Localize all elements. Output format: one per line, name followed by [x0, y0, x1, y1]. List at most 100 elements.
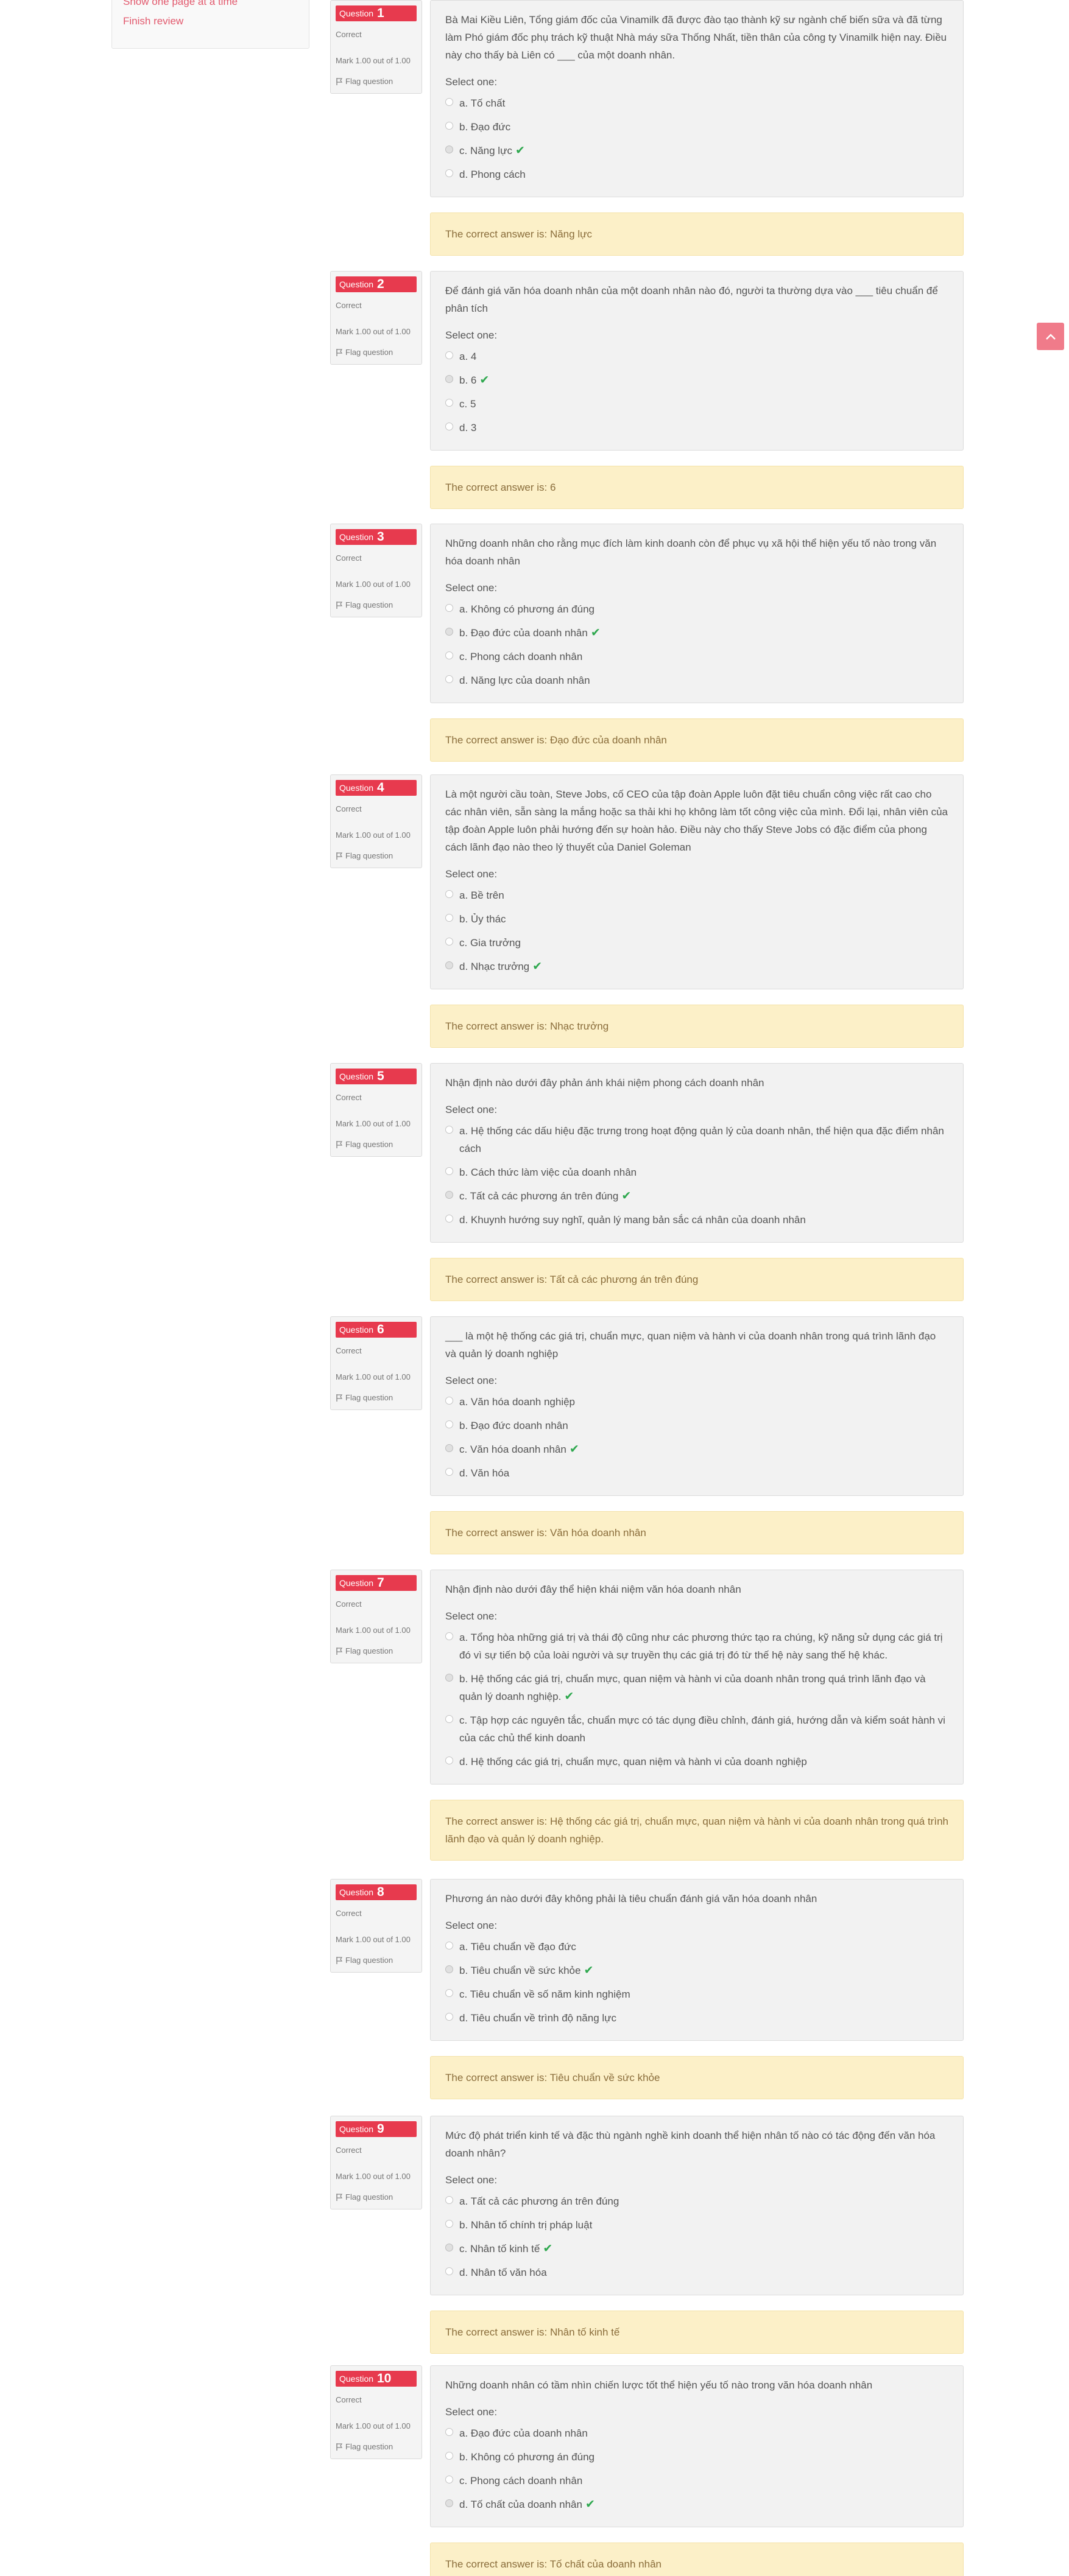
answer-radio[interactable] — [445, 651, 453, 659]
answer-option[interactable]: c. Phong cách doanh nhân — [445, 2472, 948, 2490]
question-state: Correct — [336, 2395, 362, 2404]
answer-radio[interactable] — [445, 2196, 453, 2204]
answer-option[interactable]: c. Phong cách doanh nhân — [445, 648, 948, 665]
flag-question-link[interactable]: Flag question — [336, 1140, 417, 1149]
answer-option[interactable]: a. Văn hóa doanh nghiệp — [445, 1393, 948, 1411]
answer-option[interactable]: c. Nhân tố kinh tế ✔ — [445, 2240, 948, 2258]
answer-label: a. Hệ thống các dấu hiệu đặc trưng trong… — [459, 1125, 944, 1154]
answer-option[interactable]: b. Đạo đức — [445, 118, 948, 136]
answer-option[interactable]: b. Ủy thác — [445, 910, 948, 928]
answer-radio[interactable] — [445, 1989, 453, 1997]
scroll-to-top-button[interactable] — [1037, 323, 1064, 350]
answer-option[interactable]: d. Năng lực của doanh nhân — [445, 672, 948, 689]
answer-option[interactable]: c. Tập hợp các nguyên tắc, chuẩn mực có … — [445, 1711, 948, 1747]
answer-radio[interactable] — [445, 2476, 453, 2483]
answer-radio[interactable] — [445, 375, 453, 383]
answer-radio[interactable] — [445, 675, 453, 683]
answer-radio[interactable] — [445, 98, 453, 106]
answer-radio[interactable] — [445, 1191, 453, 1199]
answer-option[interactable]: b. 6 ✔ — [445, 371, 948, 389]
answer-radio[interactable] — [445, 2452, 453, 2460]
answer-radio[interactable] — [445, 2220, 453, 2228]
answer-option[interactable]: c. Tất cả các phương án trên đúng ✔ — [445, 1187, 948, 1205]
answer-option[interactable]: d. Phong cách — [445, 166, 948, 183]
answer-radio[interactable] — [445, 146, 453, 153]
answer-radio[interactable] — [445, 2244, 453, 2251]
answer-option[interactable]: d. Nhân tố văn hóa — [445, 2264, 948, 2281]
answer-option[interactable]: a. Tố chất — [445, 94, 948, 112]
show-one-page-link[interactable]: Show one page at a time — [123, 0, 238, 8]
answer-radio[interactable] — [445, 938, 453, 946]
answer-option[interactable]: d. Tố chất của doanh nhân ✔ — [445, 2496, 948, 2513]
answer-option[interactable]: a. Đạo đức của doanh nhân — [445, 2424, 948, 2442]
flag-question-link[interactable]: Flag question — [336, 1393, 417, 1402]
answer-radio[interactable] — [445, 423, 453, 430]
answer-radio[interactable] — [445, 1468, 453, 1476]
answer-radio[interactable] — [445, 604, 453, 612]
answer-option[interactable]: b. Cách thức làm việc của doanh nhân — [445, 1163, 948, 1181]
answer-radio[interactable] — [445, 1632, 453, 1640]
answer-option[interactable]: a. Tổng hòa những giá trị và thái độ cũn… — [445, 1629, 948, 1664]
answer-radio[interactable] — [445, 122, 453, 130]
answer-radio[interactable] — [445, 1715, 453, 1723]
answer-option[interactable]: d. Khuynh hướng suy nghĩ, quản lý mang b… — [445, 1211, 948, 1229]
question-text: Bà Mai Kiều Liên, Tổng giám đốc của Vina… — [445, 14, 947, 61]
answer-option[interactable]: c. 5 — [445, 395, 948, 413]
answer-option[interactable]: b. Đạo đức doanh nhân — [445, 1417, 948, 1434]
answer-option[interactable]: b. Đạo đức của doanh nhân ✔ — [445, 624, 948, 642]
flag-question-link[interactable]: Flag question — [336, 1956, 417, 1965]
answer-option[interactable]: a. Hệ thống các dấu hiệu đặc trưng trong… — [445, 1122, 948, 1157]
answer-option[interactable]: a. 4 — [445, 348, 948, 365]
flag-question-link[interactable]: Flag question — [336, 77, 417, 86]
answer-radio[interactable] — [445, 399, 453, 407]
answer-radio[interactable] — [445, 1965, 453, 1973]
flag-question-link[interactable]: Flag question — [336, 600, 417, 609]
answer-radio[interactable] — [445, 1444, 453, 1452]
answer-radio[interactable] — [445, 1397, 453, 1405]
answer-option[interactable]: a. Tất cả các phương án trên đúng — [445, 2192, 948, 2210]
answer-radio[interactable] — [445, 2428, 453, 2436]
answer-option[interactable]: d. Hệ thống các giá trị, chuẩn mực, quan… — [445, 1753, 948, 1771]
flag-question-link[interactable]: Flag question — [336, 2442, 417, 2451]
answer-radio[interactable] — [445, 890, 453, 898]
answer-radio[interactable] — [445, 1167, 453, 1175]
answer-option[interactable]: d. Tiêu chuẩn về trình độ năng lực — [445, 2009, 948, 2027]
answer-option[interactable]: d. Văn hóa — [445, 1464, 948, 1482]
answer-radio[interactable] — [445, 1215, 453, 1223]
answer-option[interactable]: c. Tiêu chuẩn về số năm kinh nghiệm — [445, 1985, 948, 2003]
answer-option[interactable]: c. Văn hóa doanh nhân ✔ — [445, 1441, 948, 1458]
flag-question-link[interactable]: Flag question — [336, 1646, 417, 1655]
answer-option[interactable]: a. Tiêu chuẩn về đạo đức — [445, 1938, 948, 1956]
question-number-badge: Question 6 — [336, 1322, 417, 1338]
answer-radio[interactable] — [445, 628, 453, 636]
answer-radio[interactable] — [445, 2013, 453, 2021]
answer-option[interactable]: d. Nhạc trưởng ✔ — [445, 958, 948, 975]
answer-radio[interactable] — [445, 1420, 453, 1428]
answer-radio[interactable] — [445, 961, 453, 969]
answer-radio[interactable] — [445, 1757, 453, 1764]
answer-option[interactable]: b. Tiêu chuẩn về sức khỏe ✔ — [445, 1962, 948, 1979]
question-grade: Mark 1.00 out of 1.00 — [336, 1372, 411, 1381]
answer-option[interactable]: a. Không có phương án đúng — [445, 600, 948, 618]
answer-option[interactable]: d. 3 — [445, 419, 948, 437]
answer-option[interactable]: b. Không có phương án đúng — [445, 2448, 948, 2466]
answer-radio[interactable] — [445, 2499, 453, 2507]
question-number: 2 — [376, 277, 384, 291]
answer-radio[interactable] — [445, 1674, 453, 1682]
answer-option[interactable]: b. Nhân tố chính trị pháp luật — [445, 2216, 948, 2234]
answer-radio[interactable] — [445, 2267, 453, 2275]
flag-question-link[interactable]: Flag question — [336, 348, 417, 357]
answer-option[interactable]: c. Năng lực ✔ — [445, 142, 948, 160]
answer-option[interactable]: c. Gia trưởng — [445, 934, 948, 952]
question-text: Nhận định nào dưới đây phản ánh khái niệ… — [445, 1077, 764, 1089]
answer-radio[interactable] — [445, 914, 453, 922]
answer-option[interactable]: a. Bề trên — [445, 886, 948, 904]
answer-option[interactable]: b. Hệ thống các giá trị, chuẩn mực, quan… — [445, 1670, 948, 1705]
answer-radio[interactable] — [445, 1126, 453, 1134]
answer-radio[interactable] — [445, 351, 453, 359]
finish-review-link[interactable]: Finish review — [123, 15, 183, 27]
flag-question-link[interactable]: Flag question — [336, 851, 417, 860]
answer-radio[interactable] — [445, 1942, 453, 1950]
answer-radio[interactable] — [445, 169, 453, 177]
flag-question-link[interactable]: Flag question — [336, 2192, 417, 2202]
